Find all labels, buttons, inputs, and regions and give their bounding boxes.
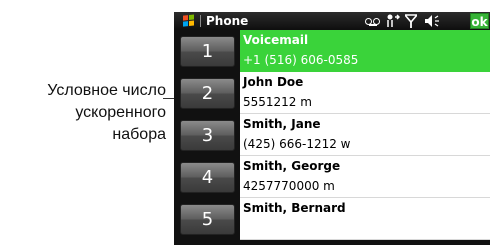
contact-name: John Doe <box>243 75 304 89</box>
app-title: Phone <box>206 14 249 28</box>
callout-leader-line <box>163 98 174 99</box>
contact-name: Smith, Bernard <box>243 201 346 215</box>
callout-line-1: Условное число <box>47 82 166 99</box>
volume-icon[interactable] <box>424 12 440 30</box>
contact-number: 4257770000 m <box>243 179 335 193</box>
speed-dial-entry-4[interactable]: 4 Smith, George 4257770000 m <box>174 156 490 198</box>
speed-dial-entry-2[interactable]: 2 John Doe 5551212 m <box>174 72 490 114</box>
contact-name: Smith, George <box>243 159 341 173</box>
speed-dial-key-4[interactable]: 4 <box>180 162 235 193</box>
ok-button[interactable]: ok <box>470 13 489 29</box>
signal-icon[interactable] <box>403 12 419 30</box>
speed-dial-callout: Условное число ускоренного набора <box>0 80 166 146</box>
contact-name: Voicemail <box>243 33 309 47</box>
phone-screen: Phone ok 1 Voicemail +1 (516) 606-0585 2… <box>174 12 490 245</box>
network-icon[interactable] <box>386 12 401 30</box>
speed-dial-entry-5[interactable]: 5 Smith, Bernard <box>174 198 490 240</box>
contact-number: 5551212 m <box>243 95 312 109</box>
contact-number: +1 (516) 606-0585 <box>243 53 359 67</box>
contact-name: Smith, Jane <box>243 117 321 131</box>
voicemail-icon[interactable] <box>365 12 381 30</box>
title-separator <box>200 15 201 27</box>
title-bar: Phone ok <box>174 12 490 30</box>
speed-dial-key-2[interactable]: 2 <box>180 78 235 109</box>
speed-dial-key-3[interactable]: 3 <box>180 120 235 151</box>
callout-line-3: набора <box>112 126 166 143</box>
contact-number: (425) 666-1212 w <box>243 137 351 151</box>
speed-dial-key-1[interactable]: 1 <box>180 36 235 67</box>
callout-line-2: ускоренного <box>75 104 166 121</box>
speed-dial-entry-1[interactable]: 1 Voicemail +1 (516) 606-0585 <box>174 30 490 72</box>
speed-dial-entry-3[interactable]: 3 Smith, Jane (425) 666-1212 w <box>174 114 490 156</box>
speed-dial-key-5[interactable]: 5 <box>180 204 235 235</box>
windows-logo-icon[interactable] <box>183 14 195 27</box>
